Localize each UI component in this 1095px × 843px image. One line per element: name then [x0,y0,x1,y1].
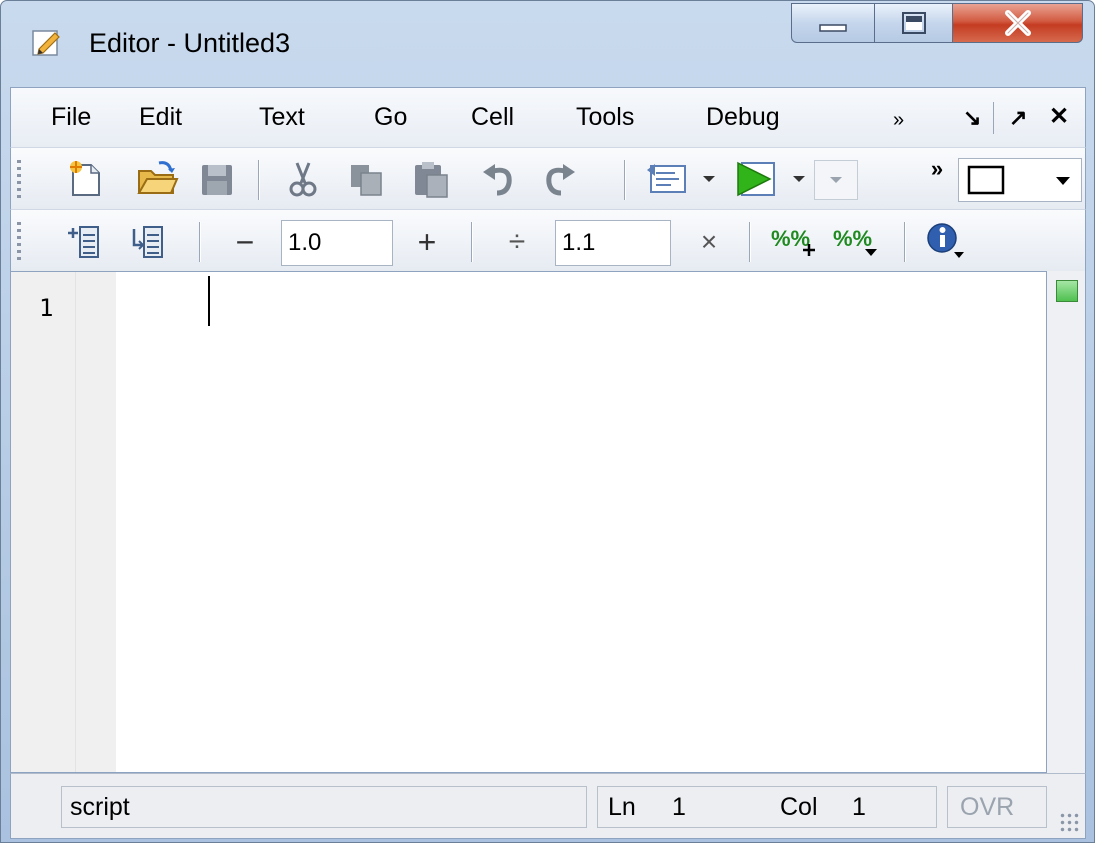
run-icon [737,161,775,197]
line-label: Ln [608,793,636,821]
insert-cell-divider-button[interactable] [61,220,105,264]
stack-dropdown[interactable] [814,160,858,200]
close-icon [1004,10,1031,36]
menu-go[interactable]: Go [374,102,407,132]
overwrite-indicator: OVR [947,786,1047,828]
minimize-icon [819,24,847,32]
menu-edit[interactable]: Edit [139,102,182,132]
cut-button[interactable] [283,158,323,202]
layout-icon [967,165,1005,195]
toolbar-separator [199,222,200,262]
redo-icon [546,164,575,196]
percent-plus-icon: %% [771,226,815,256]
paste-button[interactable] [409,156,453,202]
undo-icon [483,164,512,196]
new-file-button[interactable] [63,156,107,202]
status-bar: script Ln 1 Col 1 OVR [10,773,1086,839]
toolbar-separator [749,222,750,262]
svg-text:%%: %% [833,226,872,251]
copy-icon [351,165,382,196]
column-label: Col [780,793,818,821]
multiply-button[interactable]: × [689,224,729,260]
chevron-down-icon [793,176,805,182]
toolbar-overflow-icon[interactable]: » [922,156,952,182]
line-number: 1 [39,294,54,322]
chevron-down-icon [703,176,715,182]
divide-button[interactable]: ÷ [497,224,537,260]
window-title: Editor - Untitled3 [89,28,291,58]
line-value: 1 [672,793,686,821]
save-button[interactable] [195,158,239,202]
toolbar-grip[interactable] [17,222,21,260]
maximize-button[interactable] [875,3,953,43]
toolbar-separator [624,160,625,200]
add-cell-button[interactable]: %% [767,220,821,264]
cell-markup-icon [132,226,163,258]
decrement-button[interactable]: − [225,224,265,260]
status-file-type: script [61,786,587,828]
publish-dropdown[interactable] [699,168,719,190]
main-toolbar: » [10,147,1086,209]
column-value: 1 [852,793,866,821]
increment-button[interactable]: + [407,224,447,260]
open-button[interactable] [133,156,181,202]
info-icon [927,223,964,258]
copy-button[interactable] [345,158,389,202]
svg-text:%%: %% [771,226,810,251]
title-bar[interactable]: Editor - Untitled3 [1,1,1094,87]
save-icon [202,165,232,195]
code-analyzer-indicator[interactable] [1056,280,1078,302]
undock-icon[interactable]: ↘ [963,103,981,133]
editor-window: Editor - Untitled3 File Edit Text Go Cel… [0,0,1095,843]
chevron-down-icon [1056,177,1070,185]
run-button[interactable] [733,156,783,202]
percent-dropdown-icon: %% [833,226,877,256]
decrement-value-field[interactable]: 1.0 [281,220,393,266]
toolbar-separator [258,160,259,200]
resize-grip[interactable] [1059,812,1081,834]
close-panel-icon[interactable]: ✕ [1049,102,1069,132]
menu-debug[interactable]: Debug [706,102,780,132]
menu-bar: File Edit Text Go Cell Tools Debug » ↘ ↗… [10,87,1086,147]
minimize-button[interactable] [791,3,875,43]
maximize-icon [901,12,926,34]
dock-icon[interactable]: ↗ [1009,103,1027,133]
menu-tools[interactable]: Tools [576,102,634,132]
menu-divider [993,102,994,134]
open-folder-icon [137,161,179,194]
run-dropdown[interactable] [789,168,809,190]
publish-button[interactable] [643,158,693,202]
menu-text[interactable]: Text [259,102,305,132]
insert-text-markup-button[interactable] [125,220,169,264]
toolbar-grip[interactable] [17,160,21,198]
publish-icon [647,164,686,193]
layout-dropdown[interactable] [958,158,1082,202]
editor-app-icon [32,30,60,56]
chevron-down-icon [830,177,842,183]
cut-icon [289,162,317,197]
undo-button[interactable] [477,158,521,202]
toolbar-separator [471,222,472,262]
insert-cell-icon [68,226,99,258]
menu-file[interactable]: File [51,102,91,132]
scale-value-field[interactable]: 1.1 [555,220,671,266]
paste-icon [415,162,448,198]
fold-margin [75,272,116,772]
menu-cell[interactable]: Cell [471,102,514,132]
new-file-icon [70,161,100,196]
remove-cell-button[interactable]: %% [829,220,883,264]
redo-button[interactable] [537,158,581,202]
close-button[interactable] [953,3,1083,43]
window-controls [791,3,1083,45]
status-position: Ln 1 Col 1 [597,786,937,828]
menu-overflow-icon[interactable]: » [893,105,904,135]
code-editor[interactable]: 1 [10,271,1047,773]
message-bar [1047,271,1086,773]
help-button[interactable] [921,218,971,264]
text-cursor [208,276,210,326]
cell-toolbar: − 1.0 + ÷ 1.1 × %% %% [10,209,1086,271]
toolbar-separator [904,222,905,262]
